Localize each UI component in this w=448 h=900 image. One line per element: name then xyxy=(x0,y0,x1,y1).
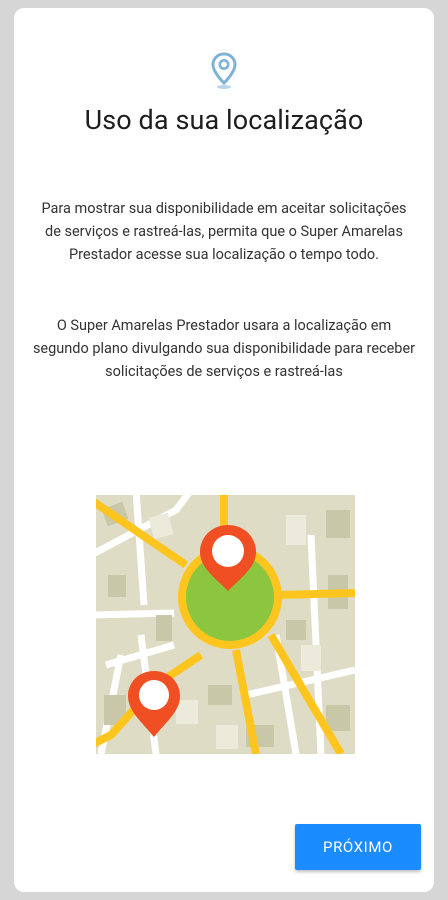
page-title: Uso da sua localização xyxy=(84,104,364,136)
map-illustration xyxy=(96,495,355,754)
location-pin-icon xyxy=(211,52,237,89)
next-button[interactable]: PRÓXIMO xyxy=(295,824,421,870)
permission-description: Para mostrar sua disponibilidade em acei… xyxy=(41,200,407,263)
background-location-description: O Super Amarelas Prestador usara a local… xyxy=(32,317,416,380)
permission-card: Uso da sua localização Para mostrar sua … xyxy=(14,8,434,892)
